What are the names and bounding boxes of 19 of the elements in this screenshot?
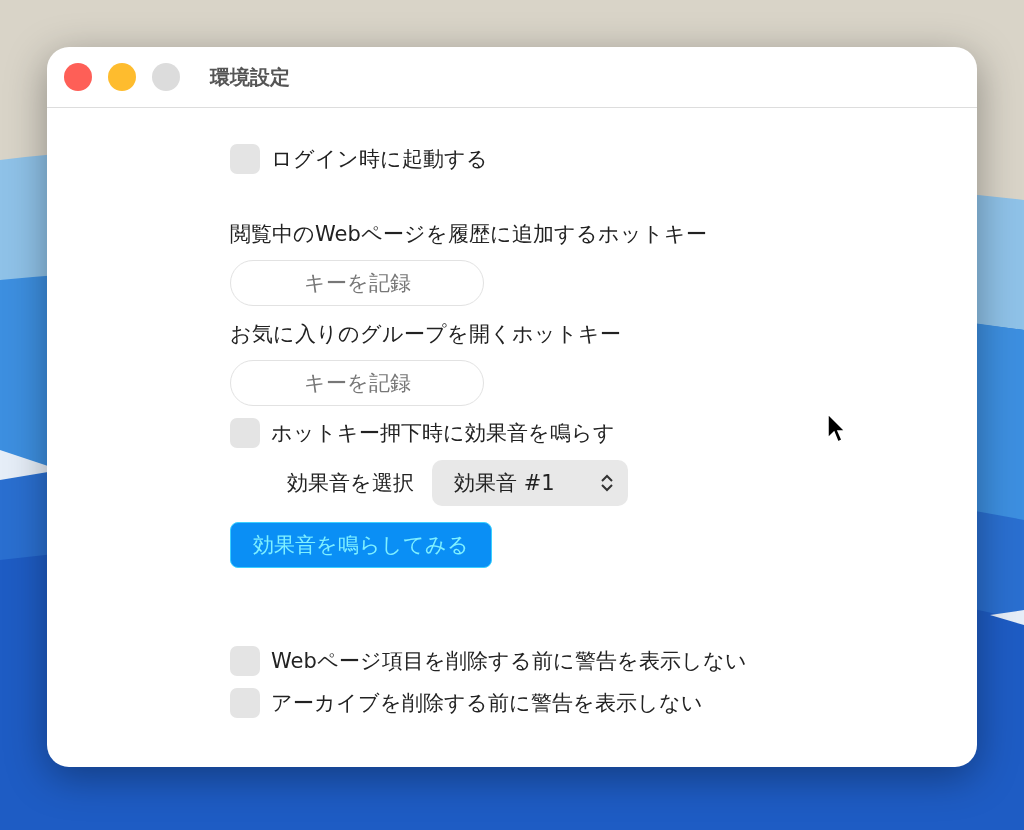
minimize-button[interactable] xyxy=(108,63,136,91)
checkbox[interactable] xyxy=(230,144,260,174)
select-label: 効果音を選択 xyxy=(287,470,414,497)
play-sound-button[interactable]: 効果音を鳴らしてみる xyxy=(230,522,492,568)
hotkey-label: お気に入りのグループを開くホットキー xyxy=(230,322,621,346)
window-title: 環境設定 xyxy=(210,63,290,91)
close-button[interactable] xyxy=(64,63,92,91)
checkbox-label: アーカイブを削除する前に警告を表示しない xyxy=(271,690,703,717)
chevron-updown-icon xyxy=(600,473,614,493)
checkbox[interactable] xyxy=(230,688,260,718)
checkbox[interactable] xyxy=(230,646,260,676)
hotkey-label: 閲覧中のWebページを履歴に追加するホットキー xyxy=(230,222,707,246)
record-key-button[interactable]: キーを記録 xyxy=(230,260,484,306)
record-key-button[interactable]: キーを記録 xyxy=(230,360,484,406)
checkbox[interactable] xyxy=(230,418,260,448)
sound-select[interactable]: 効果音 #1 xyxy=(432,460,628,506)
checkbox-label: Webページ項目を削除する前に警告を表示しない xyxy=(271,648,747,675)
checkbox-label: ホットキー押下時に効果音を鳴らす xyxy=(271,420,615,447)
checkbox-label: ログイン時に起動する xyxy=(271,146,488,173)
